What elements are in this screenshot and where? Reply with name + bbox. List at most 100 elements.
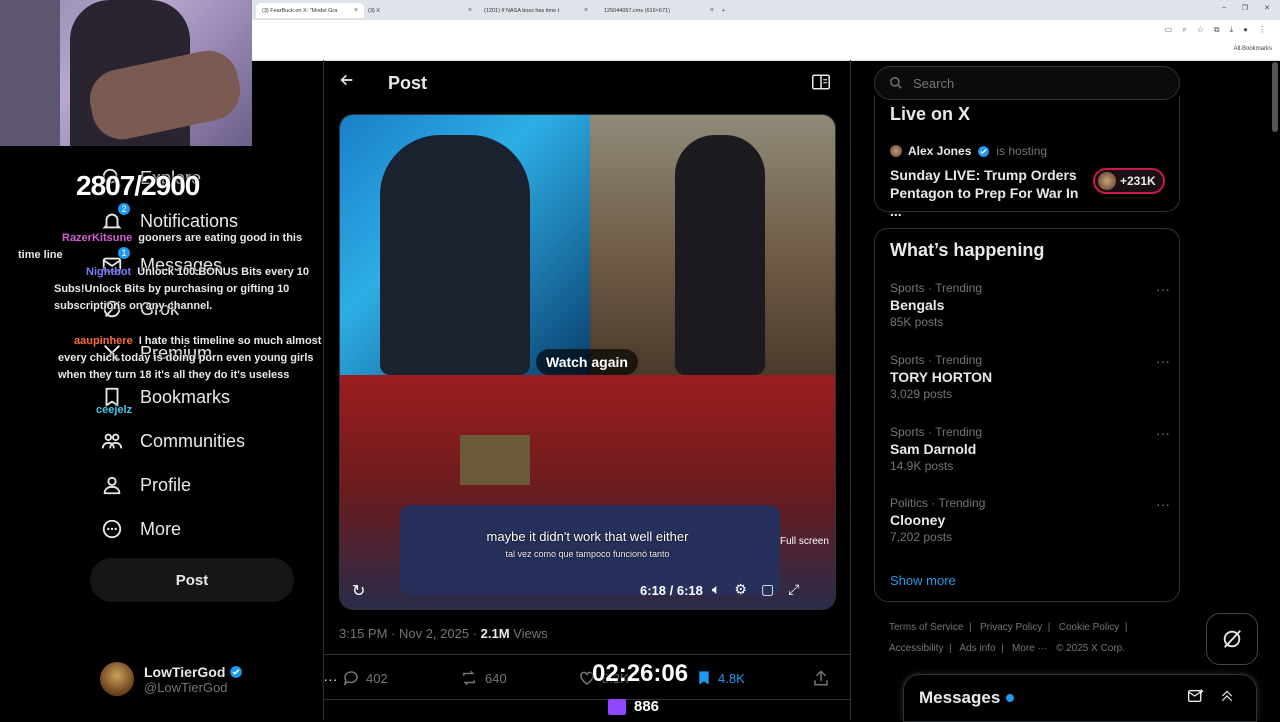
star-icon[interactable]: ☆ (1197, 25, 1204, 35)
nav-item-more[interactable]: More (100, 517, 181, 541)
show-more-link[interactable]: Show more (890, 573, 956, 588)
host-avatar (890, 145, 902, 157)
minimize-icon[interactable]: – (1222, 4, 1226, 11)
cast-icon[interactable]: ▭ (1165, 25, 1173, 35)
goal-counter: 2807/2900 (76, 170, 200, 201)
account-name: LowTierGod (144, 663, 226, 680)
close-icon[interactable]: × (468, 7, 472, 14)
chat-username: aaupinhere (74, 335, 133, 347)
host-suffix: is hosting (996, 144, 1048, 158)
extensions-icon[interactable]: ⧉ (1214, 25, 1220, 35)
trend-category: Politics · Trending (890, 496, 986, 510)
chat-message: ceejelz (76, 402, 138, 419)
menu-icon[interactable]: ⋮ (1258, 25, 1266, 35)
close-icon[interactable]: × (710, 7, 714, 14)
reader-mode-icon[interactable] (812, 74, 830, 90)
footer-link[interactable]: More ··· (1012, 643, 1048, 654)
all-bookmarks[interactable]: All Bookmarks (1234, 46, 1272, 52)
nav-label: More (140, 518, 182, 539)
nav-label: Communities (140, 430, 246, 451)
tab-title: (1201) If NASA boss has time t (484, 7, 560, 14)
listener-count: +231K (1120, 174, 1156, 188)
messages-drawer[interactable]: Messages (903, 674, 1257, 722)
trend-count: 85K posts (890, 315, 944, 329)
copyright: © 2025 X Corp. (1055, 643, 1126, 654)
share-button[interactable] (812, 669, 830, 687)
search-input[interactable]: Search (874, 66, 1180, 100)
chat-message: Nightbot Unlock 100 BONUS Bits every 10 S… (54, 264, 324, 315)
replay-icon[interactable]: ↻ (352, 581, 365, 601)
bookmark-filled-icon (696, 669, 712, 687)
share-icon (812, 669, 830, 687)
trend-item[interactable]: Politics · Trending Clooney 7,202 posts … (890, 496, 1170, 544)
profile-avatar-icon[interactable]: ● (1243, 25, 1248, 35)
download-icon[interactable]: ⤓ (1230, 25, 1234, 35)
settings-gear-icon[interactable]: ⚙ (734, 581, 747, 598)
bookmark-button[interactable]: 4.8K (696, 669, 745, 687)
post-button[interactable]: Post (90, 558, 294, 602)
search-placeholder: Search (913, 75, 955, 91)
new-message-icon[interactable] (1188, 689, 1204, 703)
view-count: 2.1M (480, 626, 510, 641)
listener-avatar (1098, 172, 1116, 190)
trend-name: Sam Darnold (890, 441, 977, 457)
profile-icon (100, 473, 124, 497)
browser-tab[interactable]: (3) FearBuck on X: "Model Gra × (256, 3, 364, 18)
trend-item[interactable]: Sports · Trending Bengals 85K posts ··· (890, 281, 1170, 329)
video-frame-left (340, 115, 590, 375)
zoom-icon[interactable]: ⌕ (1182, 25, 1186, 35)
address-bar[interactable]: ▭ ⌕ ☆ ⧉ ⤓ ● ⋮ (252, 20, 1280, 42)
more-dots-icon[interactable]: ··· (1156, 353, 1170, 369)
picture-in-picture-icon[interactable]: ▢ (761, 581, 774, 598)
footer-link[interactable]: Privacy Policy (980, 622, 1042, 633)
expand-chevron-icon[interactable] (1220, 689, 1234, 703)
live-host[interactable]: Alex Jones is hosting (890, 144, 1047, 158)
browser-tab[interactable]: (1201) If NASA boss has time t × (484, 3, 588, 18)
live-card: Live on X Alex Jones is hosting Sunday L… (874, 96, 1180, 219)
grok-floating-button[interactable] (1206, 613, 1258, 665)
subtitle-spanish: tal vez como que tampoco funcionó tanto (505, 549, 670, 559)
footer-link[interactable]: Accessibility (889, 643, 943, 654)
search-icon (889, 76, 903, 90)
chat-username: ceejelz (96, 404, 133, 416)
nav-item-profile[interactable]: Profile (100, 473, 191, 497)
reply-button[interactable]: 402 (342, 669, 388, 687)
video-player[interactable]: Watch again maybe it didn't work that we… (339, 114, 836, 610)
nav-label: Profile (140, 474, 192, 495)
trend-item[interactable]: Sports · Trending Sam Darnold 14.9K post… (890, 425, 1170, 473)
trend-item[interactable]: Sports · Trending TORY HORTON 3,029 post… (890, 353, 1170, 401)
nav-item-communities[interactable]: Communities (100, 429, 245, 453)
chat-username: Nightbot (86, 266, 132, 278)
more-dots-icon[interactable]: ··· (1156, 425, 1170, 441)
trend-name: Bengals (890, 297, 945, 313)
tab-title: (3) FearBuck on X: "Model Gra (262, 7, 338, 14)
browser-tab-bar: (3) FearBuck on X: "Model Gra × (3) X × (1… (252, 0, 1280, 20)
browser-tab[interactable]: (3) X × (368, 3, 472, 18)
close-window-icon[interactable]: ✕ (1264, 4, 1270, 12)
chat-text: gooners are eating good in this time lin… (18, 232, 303, 261)
browser-tab[interactable]: 125044057.cms (616×671) × (604, 3, 714, 18)
footer-link[interactable]: Ads info (959, 643, 995, 654)
account-switcher[interactable]: LowTierGod @LowTierGod ··· (100, 662, 337, 696)
more-dots-icon[interactable]: ··· (1156, 281, 1170, 297)
watch-again-button[interactable]: Watch again (536, 349, 638, 375)
repost-icon (459, 669, 479, 687)
bookmarks-bar: All Bookmarks (252, 42, 1280, 61)
close-icon[interactable]: × (584, 7, 588, 14)
footer-link[interactable]: Cookie Policy (1059, 622, 1120, 633)
more-dots-icon[interactable]: ··· (1156, 496, 1170, 512)
live-listeners-pill[interactable]: +231K (1093, 168, 1165, 194)
close-icon[interactable]: × (354, 7, 358, 14)
footer-links: Terms of Service | Privacy Policy | Cook… (889, 622, 1128, 633)
fullscreen-icon[interactable]: ⤢ (788, 581, 799, 598)
chat-message: RazerKitsune gooners are eating good in t… (18, 230, 324, 264)
footer-link[interactable]: Terms of Service (889, 622, 963, 633)
maximize-icon[interactable]: ❐ (1242, 4, 1248, 12)
new-tab-button[interactable]: + (722, 3, 725, 18)
volume-icon[interactable]: 🔈︎ (712, 581, 720, 598)
back-arrow-icon[interactable] (339, 72, 355, 88)
repost-button[interactable]: 640 (459, 669, 507, 687)
scrollbar[interactable] (1272, 62, 1278, 132)
live-stream-title[interactable]: Sunday LIVE: Trump Orders Pentagon to Pr… (890, 166, 1090, 220)
live-title: Live on X (890, 104, 971, 124)
